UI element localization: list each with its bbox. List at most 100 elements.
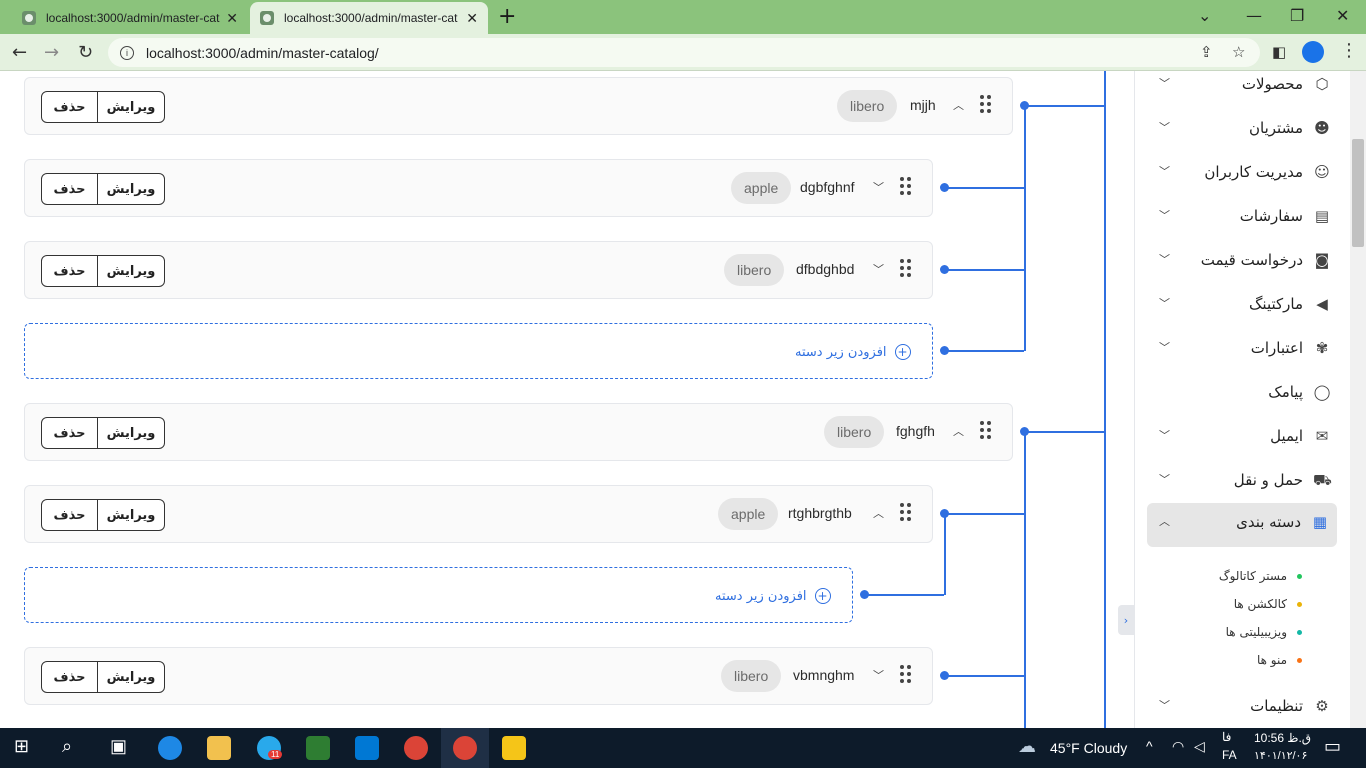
sidebar-item-orders[interactable]: ▤ سفارشات ﹀ xyxy=(1135,197,1351,237)
download-manager-icon[interactable] xyxy=(306,736,330,760)
row-actions: حذف ویرایش xyxy=(41,417,165,449)
browser-tab-bar: localhost:3000/admin/master-cat ✕ localh… xyxy=(0,0,1366,34)
chrome-icon[interactable] xyxy=(404,736,428,760)
bookmark-star-icon[interactable]: ☆ xyxy=(1232,43,1245,61)
language-code[interactable]: FA xyxy=(1222,748,1237,762)
forward-icon[interactable]: → xyxy=(44,42,59,63)
task-view-icon[interactable]: ▣ xyxy=(110,736,127,757)
grid-icon: ▦ xyxy=(1312,513,1328,531)
sidebar-item-email[interactable]: ✉ ایمیل ﹀ xyxy=(1135,417,1351,457)
site-info-icon[interactable]: i xyxy=(120,45,134,60)
minimize-icon[interactable]: — xyxy=(1246,6,1262,25)
sidebar-subitem-collections[interactable]: کالکشن ها xyxy=(1234,597,1302,611)
edit-button[interactable]: ویرایش xyxy=(98,500,164,530)
delete-button[interactable]: حذف xyxy=(42,174,98,204)
chevron-up-icon[interactable]: ︿ xyxy=(953,423,964,439)
edit-button[interactable]: ویرایش xyxy=(98,662,164,692)
page-scrollbar[interactable] xyxy=(1350,71,1366,728)
add-subcategory-button[interactable]: افزودن زیر دسته + xyxy=(24,323,933,379)
sidebar-collapse-toggle[interactable]: › xyxy=(1118,605,1134,635)
chevron-down-icon: ﹀ xyxy=(1159,699,1170,712)
drag-handle-icon[interactable] xyxy=(900,665,912,685)
chevron-down-icon[interactable]: ﹀ xyxy=(873,667,884,683)
profile-avatar[interactable] xyxy=(1302,41,1324,63)
drag-handle-icon[interactable] xyxy=(900,177,912,197)
delete-button[interactable]: حذف xyxy=(42,418,98,448)
drag-handle-icon[interactable] xyxy=(980,95,992,115)
close-tab-icon[interactable]: ✕ xyxy=(466,10,478,27)
sidebar-item-shipping[interactable]: ⛟ حمل و نقل ﹀ xyxy=(1135,461,1351,501)
chrome-profile-icon[interactable] xyxy=(453,736,477,760)
sidebar-item-settings[interactable]: ⚙ تنظیمات ﹀ xyxy=(1135,687,1351,727)
close-tab-icon[interactable]: ✕ xyxy=(226,10,238,27)
edit-button[interactable]: ویرایش xyxy=(98,92,164,122)
drag-handle-icon[interactable] xyxy=(900,503,912,523)
favicon-icon xyxy=(22,11,36,25)
box-icon: ⬡ xyxy=(1315,75,1329,93)
restore-icon[interactable]: ❐ xyxy=(1290,6,1304,25)
tab-search-icon[interactable]: ⌄ xyxy=(1198,6,1211,25)
side-panel-icon[interactable]: ◧ xyxy=(1272,43,1286,61)
category-row: حذف ویرایش libero vbmnghm ﹀ xyxy=(24,647,933,705)
category-name: dgbfghnf xyxy=(800,179,855,195)
edit-button[interactable]: ویرایش xyxy=(98,418,164,448)
sidebar-item-customers[interactable]: ☻ مشتریان ﹀ xyxy=(1135,109,1351,149)
edit-button[interactable]: ویرایش xyxy=(98,174,164,204)
chevron-up-icon[interactable]: ︿ xyxy=(953,97,964,113)
category-row: حذف ویرایش apple rtghbrgthb ︿ xyxy=(24,485,933,543)
sidebar-subitem-visibilities[interactable]: ویزیبیلیتی ها xyxy=(1226,625,1302,639)
sidebar-item-quotes[interactable]: ◙ درخواست قیمت ﹀ xyxy=(1135,241,1351,281)
url-bar[interactable]: i localhost:3000/admin/master-catalog/ xyxy=(108,38,1260,67)
weather-text[interactable]: 45°F Cloudy xyxy=(1050,740,1127,756)
sidebar-item-products[interactable]: ⬡ محصولات ﹀ xyxy=(1135,71,1351,105)
delete-button[interactable]: حذف xyxy=(42,662,98,692)
tree-node-dot xyxy=(860,590,869,599)
add-subcategory-label: افزودن زیر دسته xyxy=(795,344,887,360)
windows-start-icon[interactable]: ⊞ xyxy=(14,736,29,757)
sidebar-item-marketing[interactable]: ◀ مارکتینگ ﹀ xyxy=(1135,285,1351,325)
language-label[interactable]: فا xyxy=(1222,730,1231,744)
tray-overflow-icon[interactable]: ^ xyxy=(1146,738,1153,754)
new-tab-icon[interactable]: + xyxy=(498,4,516,29)
sidebar-item-user-management[interactable]: ☺ مدیریت کاربران ﹀ xyxy=(1135,153,1351,193)
tree-node-dot xyxy=(940,346,949,355)
file-explorer-icon[interactable] xyxy=(207,736,231,760)
sidebar-subitem-menus[interactable]: منو ها xyxy=(1257,653,1302,667)
clock-time[interactable]: 10:56 ق.ظ xyxy=(1254,731,1311,745)
edit-button[interactable]: ویرایش xyxy=(98,256,164,286)
badge-icon: ✾ xyxy=(1315,339,1329,357)
close-window-icon[interactable]: ✕ xyxy=(1336,6,1349,25)
menu-kebab-icon[interactable]: ⋮ xyxy=(1340,40,1358,61)
scrollbar-thumb[interactable] xyxy=(1352,139,1364,247)
chevron-down-icon[interactable]: ﹀ xyxy=(873,261,884,277)
delete-button[interactable]: حذف xyxy=(42,92,98,122)
app-icon[interactable] xyxy=(502,736,526,760)
sidebar-item-credits[interactable]: ✾ اعتبارات ﹀ xyxy=(1135,329,1351,369)
sidebar-subitem-master-catalog[interactable]: مستر کاتالوگ xyxy=(1219,569,1302,583)
browser-tab-1[interactable]: localhost:3000/admin/master-cat ✕ xyxy=(8,2,248,34)
share-icon[interactable]: ⇪ xyxy=(1200,43,1213,61)
delete-button[interactable]: حذف xyxy=(42,500,98,530)
tree-node-dot xyxy=(940,509,949,518)
search-icon[interactable]: ⌕ xyxy=(62,736,72,757)
reload-icon[interactable]: ↻ xyxy=(78,42,93,63)
add-subcategory-button[interactable]: افزودن زیر دسته + xyxy=(24,567,853,623)
edge-icon[interactable] xyxy=(158,736,182,760)
cloud-icon: ☁ xyxy=(1018,736,1036,756)
chevron-up-icon[interactable]: ︿ xyxy=(873,505,884,521)
drag-handle-icon[interactable] xyxy=(980,421,992,441)
tab-title: localhost:3000/admin/master-cat xyxy=(284,11,458,25)
delete-button[interactable]: حذف xyxy=(42,256,98,286)
sidebar-item-categories[interactable]: ▦ دسته بندی ︿ xyxy=(1147,503,1337,547)
browser-tab-2[interactable]: localhost:3000/admin/master-cat ✕ xyxy=(250,2,488,34)
drag-handle-icon[interactable] xyxy=(900,259,912,279)
back-icon[interactable]: ← xyxy=(12,42,27,63)
clock-date[interactable]: ۱۴۰۱/۱۲/۰۶ xyxy=(1254,749,1307,762)
wifi-icon[interactable]: ◠ xyxy=(1172,738,1184,755)
vscode-icon[interactable] xyxy=(355,736,379,760)
chevron-down-icon[interactable]: ﹀ xyxy=(873,179,884,195)
notifications-icon[interactable]: ▭ xyxy=(1324,736,1341,757)
sidebar-item-sms[interactable]: ◯ پیامک xyxy=(1135,373,1351,413)
volume-icon[interactable]: ◁ xyxy=(1194,738,1205,755)
address-toolbar: ← → ↻ i localhost:3000/admin/master-cata… xyxy=(0,34,1366,71)
